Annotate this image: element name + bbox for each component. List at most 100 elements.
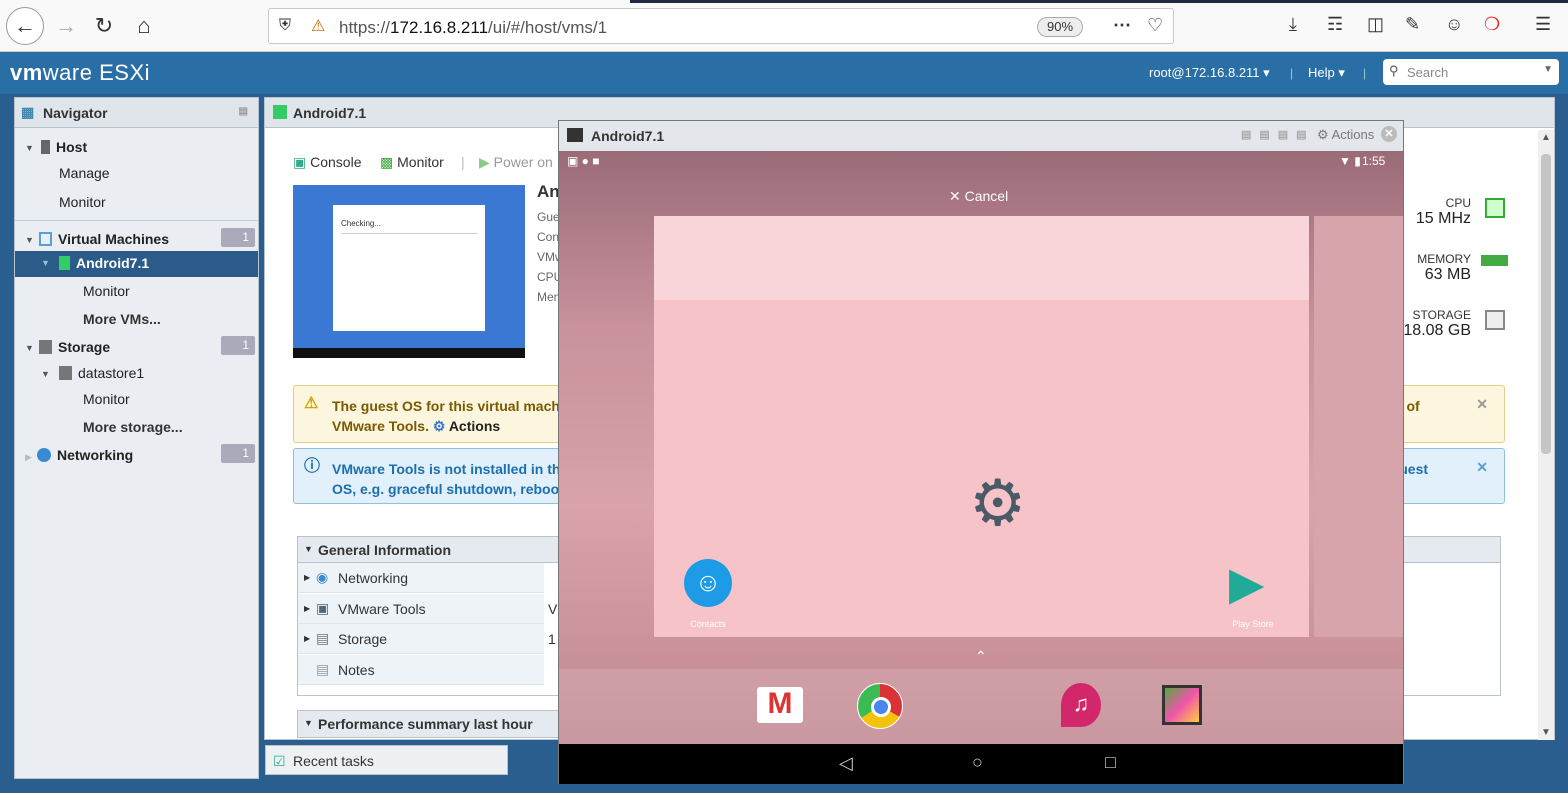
browser-topline: [630, 0, 1568, 3]
browser-toolbar: ← → ↻ ⌂ ⛨ ⚠ https://172.16.8.211/ui/#/ho…: [0, 0, 1568, 52]
vm-name: An: [537, 182, 560, 201]
cancel-button[interactable]: ✕ Cancel: [949, 188, 1008, 205]
table-row[interactable]: ▤ Notes: [298, 655, 544, 685]
storage-icon: [39, 340, 52, 354]
zoom-badge[interactable]: 90%: [1037, 17, 1083, 37]
console-titlebar: Android7.1 ▤▤▤▤ ⚙ Actions ✕: [559, 121, 1403, 151]
scroll-down-icon[interactable]: ▼: [1541, 727, 1551, 738]
sidebar-item-storage[interactable]: Storage: [39, 339, 110, 355]
download-icon[interactable]: ⤓: [1289, 14, 1297, 35]
pocket-icon[interactable]: ♡: [1147, 15, 1163, 36]
table-row[interactable]: ▶ ▣ VMware Tools V: [298, 594, 557, 624]
forward-arrow-icon[interactable]: →: [50, 10, 82, 42]
clock: 1:55: [1362, 154, 1386, 168]
sidebar-item-more-vms[interactable]: More VMs...: [83, 311, 161, 327]
header-separator: |: [1363, 66, 1367, 80]
recent-tasks-tab[interactable]: ☑ Recent tasks: [265, 745, 508, 775]
recent-app-card-secondary[interactable]: [1314, 216, 1403, 637]
home-circle-icon[interactable]: ○: [972, 752, 983, 773]
console-actions-button[interactable]: ⚙ Actions: [1317, 127, 1374, 143]
table-row[interactable]: ▶ ◉ Networking: [298, 563, 544, 593]
recents-square-icon[interactable]: □: [1105, 752, 1116, 773]
play-icon: ▶: [479, 154, 490, 170]
library-icon[interactable]: ☶: [1327, 14, 1343, 35]
power-on-button[interactable]: ▶ Power on: [479, 154, 553, 171]
storage-icon: ▤: [316, 630, 330, 646]
chevron-up-icon[interactable]: ⌃: [975, 648, 987, 665]
close-icon[interactable]: ✕: [1476, 394, 1488, 414]
storage-count-badge: 1: [221, 336, 255, 355]
vm-running-icon: [59, 256, 70, 270]
thumbnail-text: Checking...: [341, 219, 382, 228]
header-separator: |: [1290, 66, 1294, 80]
menu-hamburger-icon[interactable]: ☰: [1535, 14, 1551, 35]
sidebar-item-host-manage[interactable]: Manage: [59, 165, 110, 181]
console-window-icon: [567, 128, 583, 142]
play-store-icon[interactable]: ▶: [1229, 556, 1264, 610]
table-row[interactable]: ▶ ▤ Storage 1: [298, 624, 556, 654]
close-icon[interactable]: ✕: [1381, 126, 1397, 142]
info-icon: ⓘ: [304, 458, 321, 475]
chrome-icon[interactable]: [857, 683, 903, 729]
reload-icon[interactable]: ↻: [88, 10, 120, 42]
lifebuoy-icon[interactable]: ❍: [1484, 14, 1500, 35]
sidebar-item-networking[interactable]: Networking: [37, 447, 133, 463]
notification-icons: ▣ ● ■: [567, 154, 600, 168]
back-triangle-icon[interactable]: ◁: [839, 753, 853, 774]
wifi-battery-icon: ▼ ▮: [1339, 154, 1361, 168]
help-menu[interactable]: Help ▾: [1308, 65, 1345, 81]
play-store-label: Play Store: [1232, 619, 1274, 629]
close-icon[interactable]: ✕: [1476, 457, 1488, 477]
extension-icon[interactable]: ✎: [1405, 14, 1420, 35]
main-scrollbar[interactable]: ▲ ▼: [1538, 130, 1554, 740]
sidebar-item-ds-monitor[interactable]: Monitor: [83, 391, 130, 407]
sidebar-item-more-storage[interactable]: More storage...: [83, 419, 183, 435]
sidebar-item-host[interactable]: Host: [41, 139, 87, 155]
vmware-tools-icon: ▣: [316, 600, 330, 616]
sidebar-item-datastore1[interactable]: datastore1: [59, 365, 144, 381]
url-bar[interactable]: ⛨ ⚠ https://172.16.8.211/ui/#/host/vms/1…: [268, 8, 1174, 44]
actions-link[interactable]: Actions: [449, 418, 500, 434]
search-input[interactable]: ⚲ Search ▼: [1383, 59, 1559, 85]
cpu-icon: [1485, 198, 1505, 218]
sidebar-icon[interactable]: ◫: [1367, 14, 1384, 35]
scroll-up-icon[interactable]: ▲: [1541, 132, 1551, 143]
user-menu[interactable]: root@172.16.8.211 ▾: [1149, 65, 1270, 81]
networking-icon: [37, 448, 51, 462]
tasks-icon: ☑: [273, 753, 286, 769]
window-tool-icons[interactable]: ▤▤▤▤: [1241, 128, 1315, 141]
search-icon: ⚲: [1389, 63, 1399, 78]
music-icon[interactable]: ♫: [1061, 683, 1101, 727]
chevron-down-icon: ▼: [1543, 64, 1553, 75]
gmail-icon[interactable]: M: [757, 687, 803, 723]
home-icon[interactable]: ⌂: [128, 10, 160, 42]
monitor-chart-icon: ▩: [380, 154, 394, 170]
vmware-esxi-logo: vmware ESXi: [10, 60, 151, 85]
recent-app-card[interactable]: ⚙ ☺ Contacts ▶ Play Store: [654, 216, 1309, 637]
sidebar-item-host-monitor[interactable]: Monitor: [59, 194, 106, 210]
back-arrow-icon[interactable]: ←: [6, 7, 44, 45]
collapse-icon[interactable]: ▤: [239, 106, 248, 117]
performance-summary-header[interactable]: ▼ Performance summary last hour: [297, 710, 559, 738]
storage-stat-icon: [1485, 310, 1505, 330]
gallery-icon[interactable]: [1162, 685, 1202, 725]
console-icon: ▣: [293, 154, 307, 170]
more-dots-icon[interactable]: ⋯: [1113, 15, 1131, 36]
android-screen[interactable]: ▣ ● ■ ▼ ▮ 1:55 ✕ Cancel ⚙ ☺ Contacts ▶ P…: [559, 151, 1403, 744]
host-icon: [41, 140, 50, 154]
vms-count-badge: 1: [221, 228, 255, 247]
sidebar-item-android71[interactable]: ▼ Android7.1: [15, 251, 258, 277]
vm-icon: [273, 105, 287, 119]
vms-icon: [39, 232, 52, 246]
console-button[interactable]: ▣ Console: [293, 154, 362, 171]
datastore-icon: [59, 366, 72, 380]
sidebar-item-vm-monitor[interactable]: Monitor: [83, 283, 130, 299]
sidebar-item-virtual-machines[interactable]: Virtual Machines: [39, 231, 169, 247]
contacts-icon[interactable]: ☺: [684, 559, 732, 607]
vm-thumbnail[interactable]: Checking...: [293, 185, 525, 358]
warning-icon: ⚠: [304, 395, 319, 412]
monitor-button[interactable]: ▩ Monitor: [380, 154, 444, 171]
contacts-label: Contacts: [690, 619, 726, 629]
account-icon[interactable]: ☺: [1445, 14, 1463, 35]
console-window: Android7.1 ▤▤▤▤ ⚙ Actions ✕ ▣ ● ■ ▼ ▮ 1:…: [558, 120, 1404, 784]
